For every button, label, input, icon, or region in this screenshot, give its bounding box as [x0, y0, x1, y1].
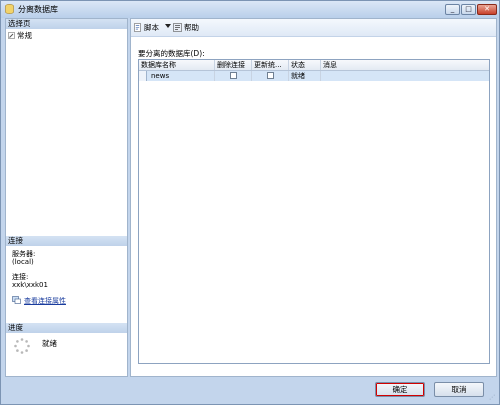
- select-page-header: 选择页: [6, 19, 127, 29]
- connection-value: xxk\xxk01: [12, 281, 48, 289]
- connection-label: 连接:: [12, 273, 29, 281]
- window-title: 分离数据库: [18, 5, 58, 14]
- connection-header: 连接: [6, 236, 127, 246]
- column-header-database-name[interactable]: 数据库名称: [139, 60, 215, 70]
- view-connection-properties-label: 查看连接属性: [24, 297, 66, 305]
- wrench-page-icon: [8, 32, 15, 39]
- cell-drop-connections: [215, 71, 252, 81]
- help-icon: [173, 23, 182, 32]
- row-selector[interactable]: [139, 71, 147, 81]
- databases-grid: 数据库名称 删除连接 更新统... 状态 消息 news 就绪: [138, 59, 490, 364]
- database-icon: [5, 4, 14, 14]
- left-panel: 选择页 常规 连接 服务器: (local) 连接: xxk\xxk01 查看连…: [5, 18, 128, 377]
- cancel-button[interactable]: 取消: [434, 382, 484, 397]
- close-button[interactable]: ✕: [477, 4, 497, 15]
- script-icon: [134, 23, 141, 32]
- maximize-button[interactable]: □: [461, 4, 476, 15]
- resize-grip-icon[interactable]: ⋰: [489, 394, 495, 401]
- view-connection-properties-link[interactable]: 查看连接属性: [12, 296, 66, 306]
- main-panel: 脚本 帮助 要分离的数据库(D): 数据库名称 删除连接 更新统... 状态 消…: [130, 18, 497, 377]
- page-item-general[interactable]: 常规: [8, 30, 32, 41]
- detach-database-dialog: 分离数据库 _ □ ✕ 选择页 常规 连接 服务器: (local) 连接: x…: [0, 0, 500, 405]
- title-bar[interactable]: 分离数据库 _ □ ✕: [1, 1, 499, 18]
- progress-spinner-icon: [14, 338, 30, 354]
- column-header-drop-connections[interactable]: 删除连接: [215, 60, 252, 70]
- help-button[interactable]: 帮助: [173, 22, 199, 33]
- table-row[interactable]: news 就绪: [139, 71, 489, 81]
- server-label: 服务器:: [12, 250, 36, 258]
- connection-properties-icon: [12, 296, 21, 304]
- column-header-status[interactable]: 状态: [289, 60, 321, 70]
- toolbar: 脚本 帮助: [131, 19, 496, 37]
- minimize-button[interactable]: _: [445, 4, 460, 15]
- column-header-update-statistics[interactable]: 更新统...: [252, 60, 289, 70]
- script-dropdown-arrow-icon[interactable]: [165, 24, 171, 28]
- cell-update-statistics: [252, 71, 289, 81]
- grid-header: 数据库名称 删除连接 更新统... 状态 消息: [139, 60, 489, 71]
- cell-message: [321, 71, 489, 81]
- server-value: (local): [12, 258, 34, 266]
- ok-button[interactable]: 确定: [375, 382, 425, 397]
- column-header-message[interactable]: 消息: [321, 60, 489, 70]
- help-label: 帮助: [184, 23, 199, 32]
- script-button[interactable]: 脚本: [134, 22, 159, 33]
- page-item-label: 常规: [17, 31, 32, 40]
- databases-to-detach-label: 要分离的数据库(D):: [138, 49, 205, 58]
- cell-status: 就绪: [289, 71, 321, 81]
- button-bar: 确定 取消 ⋰: [1, 377, 499, 404]
- progress-header: 进度: [6, 323, 127, 333]
- drop-connections-checkbox[interactable]: [230, 72, 237, 79]
- cell-database-name: news: [147, 71, 215, 81]
- script-label: 脚本: [144, 23, 159, 32]
- progress-status: 就绪: [42, 339, 57, 348]
- update-statistics-checkbox[interactable]: [267, 72, 274, 79]
